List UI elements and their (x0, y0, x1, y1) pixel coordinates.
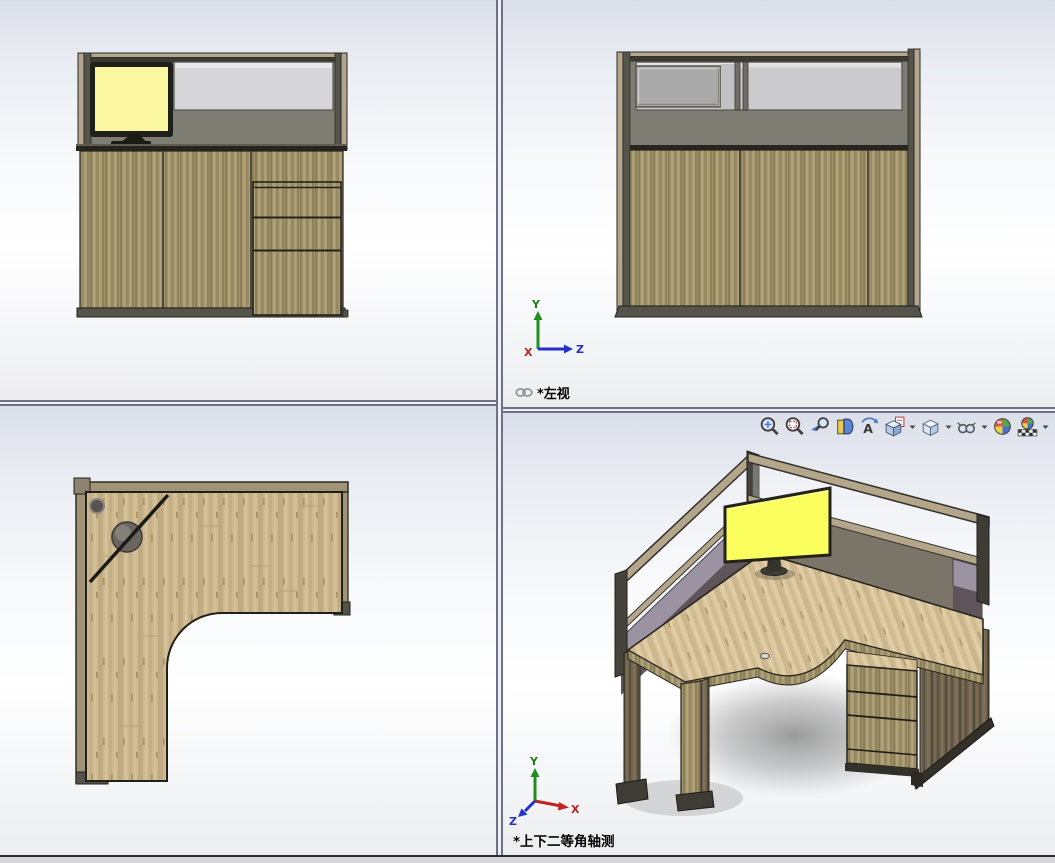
viewport-splitter-horizontal-right[interactable] (503, 407, 1055, 413)
section-view-icon[interactable] (833, 415, 856, 438)
svg-text:A: A (863, 421, 873, 436)
view-label-text: *上下二等角轴测 (513, 834, 615, 850)
view-orientation-icon[interactable] (883, 415, 906, 438)
front-glass-panel[interactable] (173, 61, 334, 111)
display-style-icon[interactable] (919, 415, 942, 438)
side-monitor-back (635, 65, 722, 108)
axis-y-label: Y (529, 755, 539, 768)
view-orientation-label: *上下二等角轴测 (513, 830, 615, 850)
zoom-to-area-icon[interactable] (783, 415, 806, 438)
view-label-text: *左视 (537, 387, 570, 402)
axis-x-label: X (524, 346, 533, 359)
apply-scene-icon[interactable] (1016, 415, 1039, 438)
heads-up-toolbar: A (758, 415, 1050, 438)
3d-drawing-view-icon[interactable]: A (858, 415, 881, 438)
status-bar-edge (0, 855, 1055, 863)
iso-grommet (760, 652, 770, 660)
hide-show-items-icon[interactable] (955, 415, 978, 438)
front-drawer-unit[interactable] (252, 181, 342, 316)
previous-view-icon[interactable] (808, 415, 831, 438)
front-base-step (342, 309, 349, 318)
iso-left-foot (615, 778, 649, 805)
side-wood-panel[interactable] (622, 149, 909, 307)
solidworks-four-view-workspace: Y Z X *左视 Y X Z A *上下二等角轴测 (0, 0, 1055, 863)
viewport-splitter-vertical[interactable] (496, 0, 503, 855)
axis-z-label: Z (509, 815, 517, 828)
viewport-isometric-view[interactable]: Y X Z A *上下二等角轴测 (503, 413, 1055, 855)
hide-show-items-dropdown[interactable] (980, 415, 989, 438)
side-mullion (742, 61, 749, 111)
axis-x-label: X (571, 803, 580, 816)
side-mullion (734, 61, 741, 111)
viewport-splitter-horizontal-left[interactable] (0, 400, 496, 406)
apply-scene-dropdown[interactable] (1041, 415, 1050, 438)
reference-triad-iso: Y X Z (509, 755, 580, 828)
iso-left-wall-lower (623, 648, 641, 795)
viewport-front-view[interactable] (0, 0, 496, 400)
edit-appearance-icon[interactable] (991, 415, 1014, 438)
side-base-rail (614, 305, 923, 318)
reference-triad-side: Y Z X (524, 298, 584, 359)
viewport-left-view[interactable]: Y Z X *左视 (503, 0, 1055, 407)
pedestal-foot (911, 771, 923, 787)
front-desk-edge (76, 144, 347, 151)
viewport-top-view[interactable] (0, 406, 496, 855)
front-monitor[interactable] (90, 62, 173, 146)
grommet-hole[interactable] (89, 498, 105, 514)
iso-leg-panel[interactable] (675, 677, 715, 812)
link-icon (515, 388, 533, 397)
axis-z-label: Z (576, 343, 584, 356)
axis-y-label: Y (531, 298, 541, 311)
side-glass-gap (721, 64, 735, 109)
view-orientation-dropdown[interactable] (908, 415, 917, 438)
view-orientation-label: *左视 (515, 383, 570, 402)
side-partition[interactable] (616, 51, 921, 151)
iso-drawer-pedestal[interactable] (845, 650, 923, 787)
zoom-to-fit-icon[interactable] (758, 415, 781, 438)
display-style-dropdown[interactable] (944, 415, 953, 438)
